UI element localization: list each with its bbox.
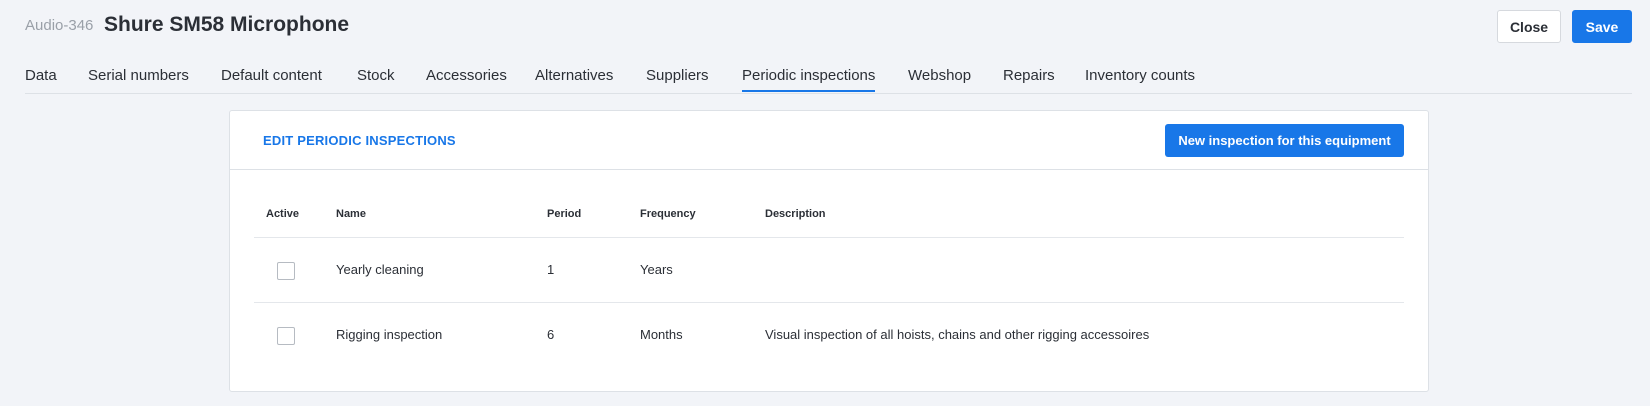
tab-webshop[interactable]: Webshop bbox=[908, 67, 971, 90]
tab-repairs[interactable]: Repairs bbox=[1003, 67, 1055, 90]
column-header-active: Active bbox=[266, 208, 300, 220]
tab-alternatives[interactable]: Alternatives bbox=[535, 67, 613, 90]
table-row: Yearly cleaning 1 Years bbox=[254, 238, 1404, 303]
active-checkbox[interactable] bbox=[277, 262, 295, 280]
tab-inventory-counts[interactable]: Inventory counts bbox=[1085, 67, 1195, 90]
tab-serial-numbers[interactable]: Serial numbers bbox=[88, 67, 189, 90]
save-button[interactable]: Save bbox=[1572, 10, 1632, 43]
column-header-period: Period bbox=[547, 208, 582, 220]
inspection-period: 1 bbox=[547, 262, 555, 277]
column-header-description: Description bbox=[765, 208, 826, 220]
inspection-period: 6 bbox=[547, 327, 555, 342]
page-title: Shure SM58 Microphone bbox=[104, 13, 350, 36]
table-header: Active Name Period Frequency Description bbox=[254, 191, 1404, 238]
tab-stock[interactable]: Stock bbox=[357, 67, 395, 90]
inspection-frequency: Years bbox=[640, 262, 673, 277]
close-button[interactable]: Close bbox=[1497, 10, 1561, 43]
periodic-inspections-panel: EDIT PERIODIC INSPECTIONS New inspection… bbox=[229, 110, 1429, 392]
page-header: Audio-346 Shure SM58 Microphone Close Sa… bbox=[0, 0, 1650, 56]
tab-periodic-inspections[interactable]: Periodic inspections bbox=[742, 67, 876, 92]
column-header-frequency: Frequency bbox=[640, 208, 696, 220]
inspection-frequency: Months bbox=[640, 327, 683, 342]
tab-data[interactable]: Data bbox=[25, 67, 57, 90]
tab-default-content[interactable]: Default content bbox=[221, 67, 322, 90]
inspection-description: Visual inspection of all hoists, chains … bbox=[765, 327, 1150, 342]
tab-suppliers[interactable]: Suppliers bbox=[646, 67, 709, 90]
inspection-name: Rigging inspection bbox=[336, 327, 443, 342]
active-checkbox[interactable] bbox=[277, 327, 295, 345]
inspection-name: Yearly cleaning bbox=[336, 262, 424, 277]
new-inspection-button[interactable]: New inspection for this equipment bbox=[1165, 124, 1404, 157]
inspections-table: Active Name Period Frequency Description… bbox=[254, 191, 1404, 368]
equipment-code: Audio-346 bbox=[25, 17, 94, 34]
table-row: Rigging inspection 6 Months Visual inspe… bbox=[254, 303, 1404, 368]
column-header-name: Name bbox=[336, 208, 366, 220]
panel-title: EDIT PERIODIC INSPECTIONS bbox=[263, 133, 456, 148]
tab-accessories[interactable]: Accessories bbox=[426, 67, 507, 90]
panel-header: EDIT PERIODIC INSPECTIONS New inspection… bbox=[230, 111, 1428, 170]
tab-bar: Data Serial numbers Default content Stoc… bbox=[25, 62, 1632, 94]
